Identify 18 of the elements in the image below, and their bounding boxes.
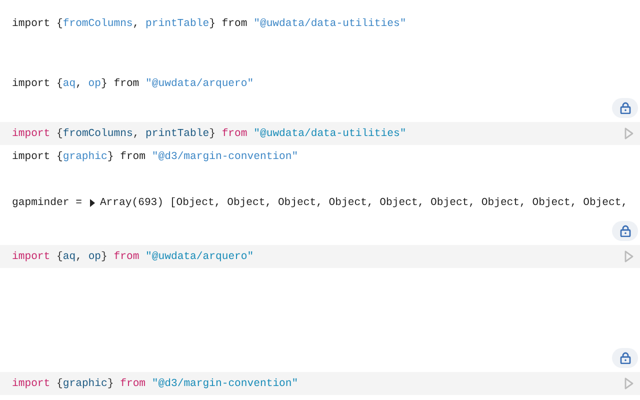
cell-output: import {graphic} from "@d3/margin-convention" [11,150,300,165]
lock-icon [620,225,630,237]
code-editor[interactable]: import {fromColumns, printTable} from "@uwdata/data-utilities" [0,122,640,145]
code-line: import {aq, op} from "@uwdata/arquero" [12,250,254,262]
code-line: import {graphic} from "@d3/margin-convention" [12,378,298,390]
cell-output: import {aq, op} from "@uwdata/arquero" [11,77,255,92]
lock-icon [620,102,630,114]
lock-button[interactable] [612,348,638,368]
code-editor[interactable]: import {graphic} from "@d3/margin-convention" [0,372,640,395]
lock-button[interactable] [612,221,638,241]
lock-button[interactable] [612,98,638,118]
code-line: import {fromColumns, printTable} from "@uwdata/data-utilities" [12,128,406,140]
code-editor[interactable]: import {aq, op} from "@uwdata/arquero" [0,245,640,268]
cell-output: import {fromColumns, printTable} from "@uwdata/data-utilities" [11,17,408,32]
lock-icon [620,352,630,364]
array-value: Array(693) [Object, Object, Object, Object, Object, Object, Object, Object, Object, [100,196,628,211]
variable-name: gapminder = [12,196,82,211]
caret-icon[interactable] [88,199,96,207]
